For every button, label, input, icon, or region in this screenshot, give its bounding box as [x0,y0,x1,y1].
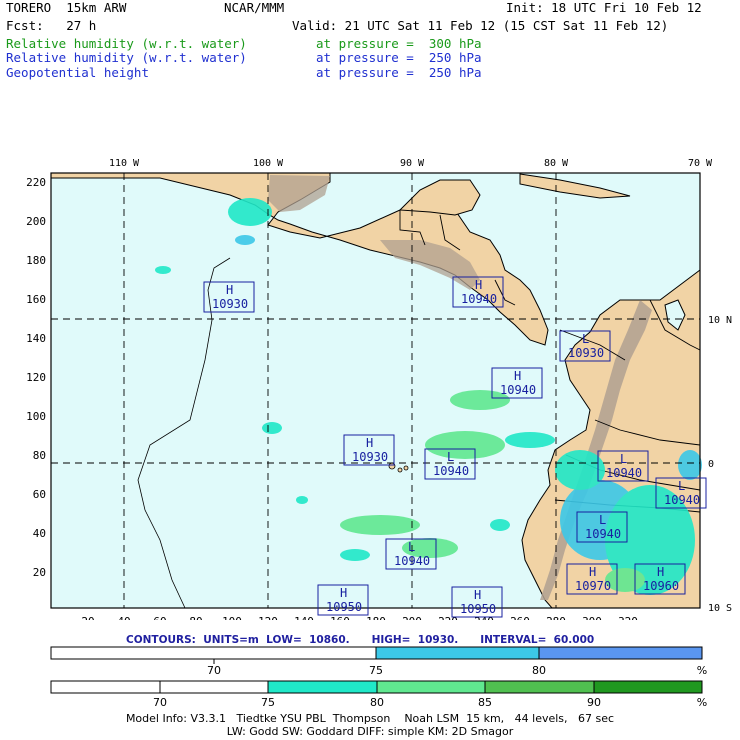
x-axis-ticks: 2040608010012014016018020022024026028030… [81,615,638,620]
center-value: 10930 [568,346,604,360]
colorbar-300hpa: 70 75 80 85 90 % [50,680,707,709]
lat-label: 10 S [708,603,732,614]
center-value: 10940 [461,292,497,306]
y-tick-label: 160 [26,293,46,306]
field-2-name: Relative humidity (w.r.t. water) [6,50,247,65]
y-tick-label: 200 [26,215,46,228]
center-type: L [678,479,685,493]
colorbar-250hpa: 70 75 80 % [50,646,707,675]
cbar1-label: 70 [207,664,221,675]
x-tick-label: 40 [117,615,130,620]
lat-label: 0 [708,459,714,470]
cbar2-label: 85 [478,696,492,709]
center-value: 10940 [394,554,430,568]
center-value: 10950 [326,600,362,614]
field-2-level: at pressure = 250 hPa [316,50,482,65]
y-tick-label: 60 [33,488,46,501]
y-tick-label: 100 [26,410,46,423]
cbar1-label: 80 [532,664,546,675]
x-tick-label: 260 [510,615,530,620]
field-3-name: Geopotential height [6,65,149,80]
center-value: 10930 [212,297,248,311]
cbar1-label: % [697,664,707,675]
lon-label: 110 W [109,158,140,169]
x-tick-label: 100 [222,615,242,620]
center-type: H [657,565,664,579]
center-type: L [620,452,627,466]
lon-label: 100 W [253,158,284,169]
init-time: Init: 18 UTC Fri 10 Feb 12 [506,0,702,15]
center-type: H [474,588,481,602]
center-type: L [447,450,454,464]
x-tick-label: 20 [81,615,94,620]
model-title: TORERO 15km ARW [6,0,127,15]
center-type: H [514,369,521,383]
y-tick-label: 80 [33,449,46,462]
center-value: 10970 [575,579,611,593]
x-tick-label: 80 [189,615,202,620]
center-type: H [340,586,347,600]
lon-label: 70 W [688,158,713,169]
forecast-hour: Fcst: 27 h [6,18,97,33]
model-info-line2: LW: Godd SW: Goddard DIFF: simple KM: 2D… [226,725,514,738]
center-value: 10940 [664,493,700,507]
center-type: H [589,565,596,579]
y-tick-label: 120 [26,371,46,384]
weather-map: 110 W 100 W 90 W 80 W 70 W 10 N 0 10 S 2… [26,158,732,620]
center-value: 10940 [433,464,469,478]
y-tick-label: 180 [26,254,46,267]
y-tick-label: 220 [26,176,46,189]
cbar2-label: 80 [370,696,384,709]
x-tick-label: 280 [546,615,566,620]
cbar2-label: 70 [153,696,167,709]
center-value: 10930 [352,450,388,464]
center-type: L [599,513,606,527]
lat-labels: 10 N 0 10 S [708,315,732,614]
y-axis-ticks: 20 40 60 80 100 120 140 160 180 200 220 [26,176,46,579]
lon-labels: 110 W 100 W 90 W 80 W 70 W [109,158,713,169]
center-value: 10960 [643,579,679,593]
cbar2-label: 75 [261,696,275,709]
center-type: L [408,540,415,554]
center-type: L [582,332,589,346]
y-tick-label: 140 [26,332,46,345]
field-3-level: at pressure = 250 hPa [316,65,482,80]
valid-time: Valid: 21 UTC Sat 11 Feb 12 (15 CST Sat … [292,18,669,33]
center-label: NCAR/MMM [224,0,285,15]
lat-label: 10 N [708,315,732,326]
y-tick-label: 40 [33,527,46,540]
model-info-line1: Model Info: V3.3.1 Tiedtke YSU PBL Thomp… [125,712,615,725]
x-tick-label: 200 [402,615,422,620]
x-tick-label: 140 [294,615,314,620]
center-value: 10940 [585,527,621,541]
center-value: 10950 [460,602,496,616]
center-value: 10940 [606,466,642,480]
y-tick-label: 20 [33,566,46,579]
x-tick-label: 320 [618,615,638,620]
x-tick-label: 60 [153,615,166,620]
cbar2-label: % [697,696,707,709]
center-type: H [226,283,233,297]
x-tick-label: 180 [366,615,386,620]
lon-label: 80 W [544,158,569,169]
x-tick-label: 120 [258,615,278,620]
x-tick-label: 160 [330,615,350,620]
center-value: 10940 [500,383,536,397]
x-tick-label: 300 [582,615,602,620]
center-type: H [366,436,373,450]
cbar1-label: 75 [369,664,383,675]
lon-label: 90 W [400,158,425,169]
center-type: H [475,278,482,292]
cbar2-label: 90 [587,696,601,709]
